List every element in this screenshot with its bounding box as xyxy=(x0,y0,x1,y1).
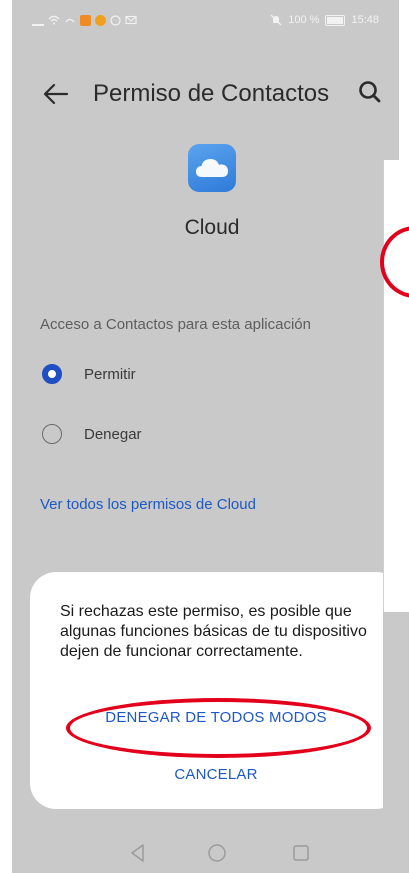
radio-selected-icon[interactable] xyxy=(42,364,62,384)
battery-percent: 100 % xyxy=(288,14,320,26)
status-icons-left xyxy=(32,14,137,26)
page-title: Permiso de Contactos xyxy=(93,80,330,107)
radio-label-permitir: Permitir xyxy=(84,365,136,383)
confirmation-dialog: Si rechazas este permiso, es posible que… xyxy=(30,572,399,809)
wifi-icon xyxy=(48,15,60,25)
view-all-permissions-link[interactable]: Ver todos los permisos de Cloud xyxy=(40,496,256,513)
nav-recent-icon[interactable] xyxy=(290,842,312,864)
section-label: Acceso a Contactos para esta aplicación xyxy=(40,316,311,333)
cancel-button[interactable]: CANCELAR xyxy=(30,766,399,783)
circle-icon xyxy=(110,14,121,26)
sync-icon xyxy=(65,18,75,23)
status-bar: 100 % 15:48 xyxy=(12,0,399,44)
search-icon[interactable] xyxy=(356,78,384,106)
cloud-icon xyxy=(196,159,228,177)
annotation-ellipse xyxy=(66,698,371,758)
radio-option-permitir[interactable]: Permitir xyxy=(42,359,136,389)
status-icons-right: 100 % 15:48 xyxy=(270,14,379,26)
battery-icon xyxy=(325,14,346,26)
radio-option-denegar[interactable]: Denegar xyxy=(42,419,142,449)
app-header: Permiso de Contactos xyxy=(12,70,399,120)
back-arrow-icon[interactable] xyxy=(42,80,70,108)
app-name: Cloud xyxy=(184,216,240,239)
cloud-app-icon xyxy=(188,144,236,192)
signal-icon xyxy=(32,14,44,26)
dialog-message: Si rechazas este permiso, es posible que… xyxy=(60,603,367,660)
mute-icon xyxy=(270,14,282,26)
nav-back-icon[interactable] xyxy=(127,842,149,864)
nav-home-icon[interactable] xyxy=(206,842,228,864)
system-nav-bar xyxy=(12,840,399,873)
radio-label-denegar: Denegar xyxy=(84,425,142,443)
page: 100 % 15:48 Permiso de Contactos Cloud A… xyxy=(0,0,409,873)
adjacent-screen-overlay xyxy=(383,612,409,873)
app-badge-icon xyxy=(80,14,91,26)
radio-unselected-icon[interactable] xyxy=(42,424,62,444)
mail-icon xyxy=(125,15,137,25)
status-time: 15:48 xyxy=(351,14,379,26)
app-badge-icon-2 xyxy=(95,14,106,26)
